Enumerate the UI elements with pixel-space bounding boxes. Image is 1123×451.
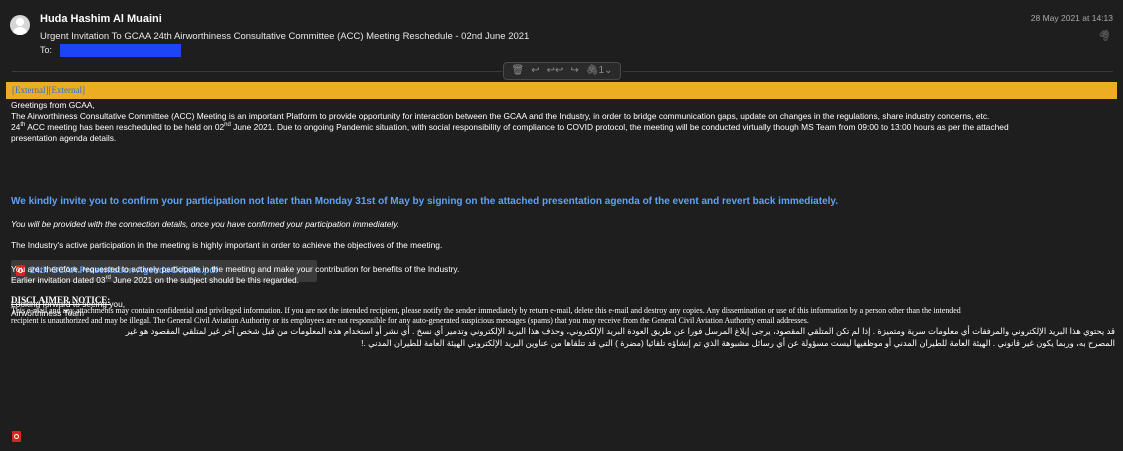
disclaimer-line-1: This e-mail and any attachments may cont…	[11, 306, 961, 315]
industry-text: The Industry's active participation in t…	[11, 240, 443, 250]
to-label: To:	[40, 45, 53, 55]
earlier-text-a: Earlier invitation dated 03	[11, 275, 106, 285]
arabic-disclaimer-2: المصرح به، وربما يكون غير قانوني . الهيئ…	[361, 338, 1115, 348]
trash-icon[interactable]: 🗑	[512, 63, 525, 79]
earlier-invitation-text: Earlier invitation dated 03rd June 2021 …	[11, 275, 299, 285]
reschedule-text-c: June 2021. Due to ongoing Pandemic situa…	[230, 122, 1009, 132]
attachment-count: 1	[598, 65, 605, 76]
greeting-text: Greetings from GCAA,	[11, 100, 95, 110]
disclaimer-line-2: recipient is unauthorized and may be ill…	[11, 315, 809, 325]
disclaimer-text: This e-mail and any attachments may cont…	[11, 306, 1115, 325]
reschedule-text-a: 24	[11, 122, 21, 132]
external-tag: [External][External]	[12, 85, 85, 95]
avatar	[10, 15, 30, 35]
paperclip-icon[interactable]: 🖇	[1096, 27, 1113, 43]
sender-name[interactable]: Huda Hashim Al Muaini	[40, 13, 162, 25]
message-toolbar: 🗑 ↩ ↩↩ ↪ 🖇1⌄	[503, 62, 621, 80]
external-banner	[6, 82, 1117, 99]
reschedule-text-b: ACC meeting has been rescheduled to be h…	[25, 122, 225, 132]
reply-all-icon[interactable]: ↩↩	[547, 63, 564, 79]
disclaimer-title: DISCLAIMER NOTICE:	[11, 295, 111, 305]
email-subject: Urgent Invitation To GCAA 24th Airworthi…	[40, 31, 530, 42]
forward-icon[interactable]: ↪	[570, 63, 578, 79]
attachments-button[interactable]: 🖇1⌄	[586, 63, 613, 79]
invite-text: We kindly invite you to confirm your par…	[11, 196, 839, 207]
paragraph-acc: The Airworthiness Consultative Committee…	[11, 111, 990, 121]
received-date: 28 May 2021 at 14:13	[1030, 13, 1113, 23]
divider-right	[623, 71, 1113, 72]
arabic-disclaimer-1: قد يحتوي هذا البريد الإلكتروني والمرفقات…	[125, 326, 1115, 336]
divider-left	[12, 71, 502, 72]
reply-icon[interactable]: ↩	[531, 63, 539, 79]
avatar-body	[13, 27, 27, 35]
paragraph-reschedule-end: presentation agenda details.	[11, 133, 117, 143]
inline-pdf-icon[interactable]	[12, 431, 21, 442]
message-header: Huda Hashim Al Muaini Urgent Invitation …	[0, 0, 1123, 60]
reschedule-sup-nd: nd	[224, 122, 231, 129]
paragraph-reschedule: 24th ACC meeting has been rescheduled to…	[11, 122, 1009, 132]
connection-text: You will be provided with the connection…	[11, 219, 400, 229]
avatar-head	[16, 18, 24, 26]
earlier-text-b: June 2021 on the subject should be this …	[110, 275, 299, 285]
request-text: You are, therefore, requested to activel…	[11, 264, 460, 274]
recipient-redacted[interactable]	[60, 44, 181, 57]
